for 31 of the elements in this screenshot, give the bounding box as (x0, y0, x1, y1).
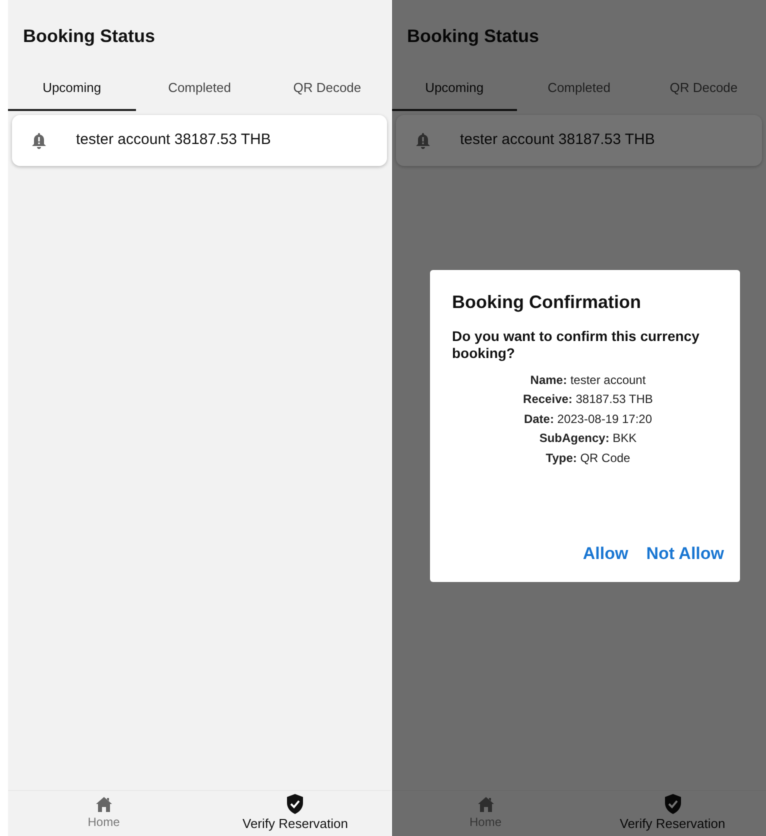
nav-item[interactable]: Verify Reservation (200, 791, 391, 836)
tab[interactable]: Completed (136, 70, 264, 112)
shield-check-icon (664, 794, 682, 814)
tab[interactable]: Completed (516, 70, 642, 112)
shield-check-icon (286, 794, 304, 814)
dialog-action-button[interactable]: Allow (582, 540, 628, 566)
tab[interactable]: QR Decode (263, 70, 392, 112)
nav-item[interactable]: Home (8, 791, 200, 836)
detail-line: Receive: 38187.53 THB (522, 391, 654, 408)
bell-icon (32, 132, 46, 149)
tab[interactable]: Upcoming (392, 70, 517, 112)
home-icon (94, 796, 113, 813)
nav-item[interactable]: Verify Reservation (579, 791, 766, 836)
detail-line: SubAgency: BKK (538, 430, 638, 448)
detail-line: Name: tester account (529, 372, 647, 389)
detail-line: Type: QR Code (544, 450, 632, 467)
page-title: Booking Status (406, 25, 540, 48)
page-title: Booking Status (22, 25, 156, 48)
booking-text: tester account 38187.53 THB (76, 130, 271, 150)
bell-icon (416, 132, 430, 149)
nav-item[interactable]: Home (392, 791, 579, 836)
booking-text: tester account 38187.53 THB (460, 130, 655, 150)
booking-card[interactable]: tester account 38187.53 THB (12, 115, 387, 166)
dialog-title: Booking Confirmation (452, 292, 642, 314)
detail-line: Date: 2023-08-19 17:20 (522, 410, 654, 428)
tab[interactable]: QR Decode (641, 70, 766, 112)
home-icon (476, 796, 494, 813)
dialog-action-button[interactable]: Not Allow (646, 540, 724, 566)
tab[interactable]: Upcoming (8, 70, 136, 112)
booking-card[interactable]: tester account 38187.53 THB (396, 115, 762, 166)
dialog-question: Do you want to confirm this currency booking? (452, 328, 700, 363)
